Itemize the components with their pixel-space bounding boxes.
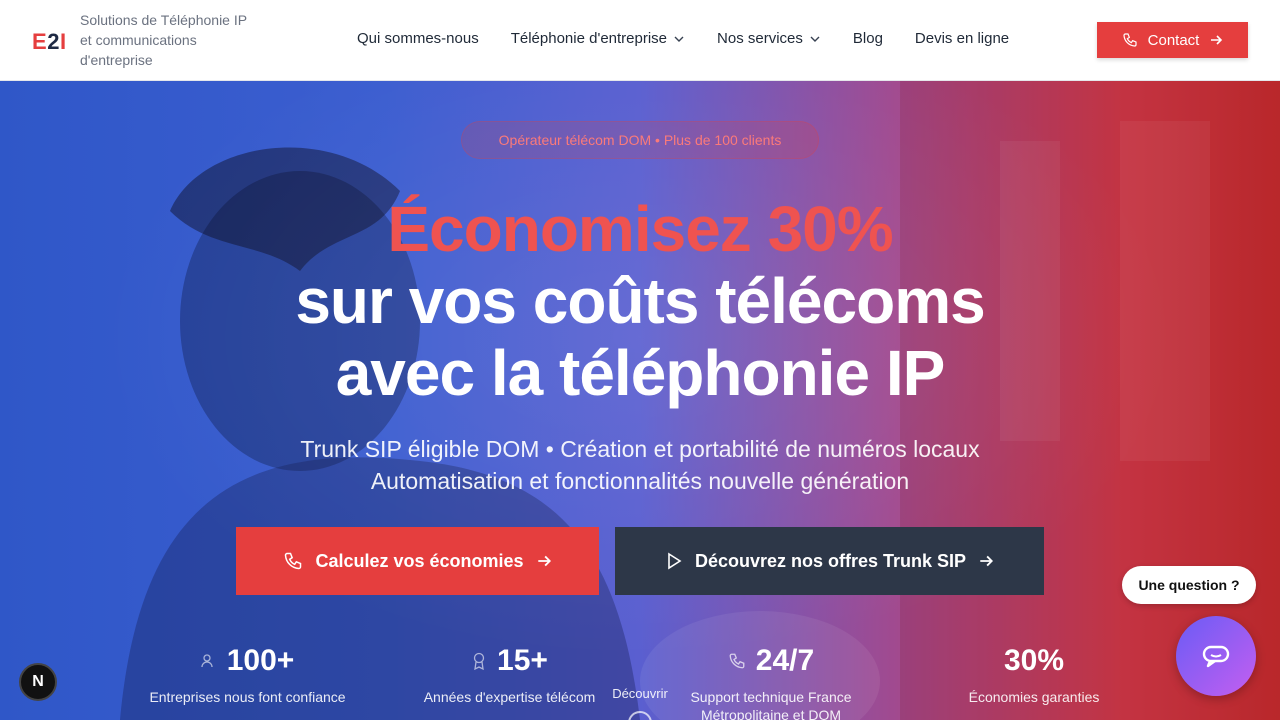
phone-icon <box>729 653 745 669</box>
chat-button[interactable] <box>1176 616 1256 696</box>
chevron-down-icon <box>674 36 684 42</box>
phone-icon <box>1123 33 1137 47</box>
stat-savings: 30% Économies garanties <box>955 644 1113 706</box>
question-bubble[interactable]: Une question ? <box>1122 566 1256 604</box>
award-icon <box>473 652 485 670</box>
stat-support: 24/7 Support technique France Métropolit… <box>682 644 860 720</box>
stat-label: Économies garanties <box>968 689 1100 705</box>
hero-title-accent: Économisez 30% <box>387 193 893 265</box>
hero-subtitle-line-1: Trunk SIP éligible DOM • Création et por… <box>300 436 980 462</box>
stat-value: 100+ <box>226 644 295 677</box>
nav-item-services[interactable]: Nos services <box>717 30 821 47</box>
stat-expertise: 15+ Années d'expertise télécom <box>412 644 607 706</box>
hero-subtitle: Trunk SIP éligible DOM • Création et por… <box>0 433 1280 497</box>
stat-label: Support technique France Métropolitaine … <box>690 689 852 720</box>
phone-icon <box>285 552 302 570</box>
logo-2: 2 <box>47 29 60 54</box>
logo-e: E <box>32 29 48 54</box>
stat-value: 24/7 <box>755 644 815 677</box>
cta-primary-label: Calculez vos économies <box>315 550 524 571</box>
tagline: Solutions de Téléphonie IP et communicat… <box>80 12 247 68</box>
stat-label: Années d'expertise télécom <box>423 689 596 705</box>
play-icon <box>668 552 682 570</box>
logo-i: I <box>59 29 67 54</box>
main-nav: Qui sommes-nous Téléphonie d'entreprise … <box>357 30 1009 47</box>
stat-value: 15+ <box>497 644 548 677</box>
logo[interactable]: E2I <box>32 29 67 55</box>
contact-button[interactable]: Contact <box>1097 22 1248 58</box>
hero-section: Opérateur télécom DOM • Plus de 100 clie… <box>0 81 1280 720</box>
nav-label: Blog <box>852 30 883 47</box>
arrow-right-icon <box>1211 35 1223 45</box>
nav-item-qui-sommes-nous[interactable]: Qui sommes-nous <box>357 30 479 47</box>
cta-secondary-label: Découvrez nos offres Trunk SIP <box>694 550 967 571</box>
contact-label: Contact <box>1147 31 1200 49</box>
chevron-down-icon <box>810 36 820 42</box>
nav-label: Nos services <box>717 30 803 47</box>
nextjs-badge[interactable]: N <box>19 663 57 701</box>
hero-title-line-2: sur vos coûts télécoms <box>295 265 985 337</box>
site-header: E2I Solutions de Téléphonie IP et commun… <box>0 0 1280 81</box>
nav-label: Devis en ligne <box>914 30 1010 47</box>
trunk-sip-offers-button[interactable]: Découvrez nos offres Trunk SIP <box>615 527 1044 595</box>
nav-item-telephonie[interactable]: Téléphonie d'entreprise <box>511 30 685 47</box>
arrow-right-icon <box>537 555 551 567</box>
hero-title-line-3: avec la téléphonie IP <box>335 337 946 409</box>
operator-pill: Opérateur télécom DOM • Plus de 100 clie… <box>461 121 819 159</box>
arrow-right-icon <box>980 555 994 567</box>
hero-subtitle-line-2: Automatisation et fonctionnalités nouvel… <box>370 468 910 494</box>
scroll-hint-label[interactable]: Découvrir <box>600 686 680 701</box>
nav-label: Qui sommes-nous <box>357 30 479 47</box>
stat-value: 30% <box>1003 644 1065 677</box>
chat-icon <box>1202 645 1230 668</box>
calculate-savings-button[interactable]: Calculez vos économies <box>236 527 599 595</box>
stat-clients: 100+ Entreprises nous font confiance <box>140 644 355 706</box>
nav-item-blog[interactable]: Blog <box>853 30 883 47</box>
nav-item-devis[interactable]: Devis en ligne <box>915 30 1009 47</box>
nav-label: Téléphonie d'entreprise <box>510 30 668 47</box>
users-icon <box>201 654 213 668</box>
stat-label: Entreprises nous font confiance <box>149 689 346 705</box>
hero-title: Économisez 30% sur vos coûts télécoms av… <box>0 193 1280 409</box>
